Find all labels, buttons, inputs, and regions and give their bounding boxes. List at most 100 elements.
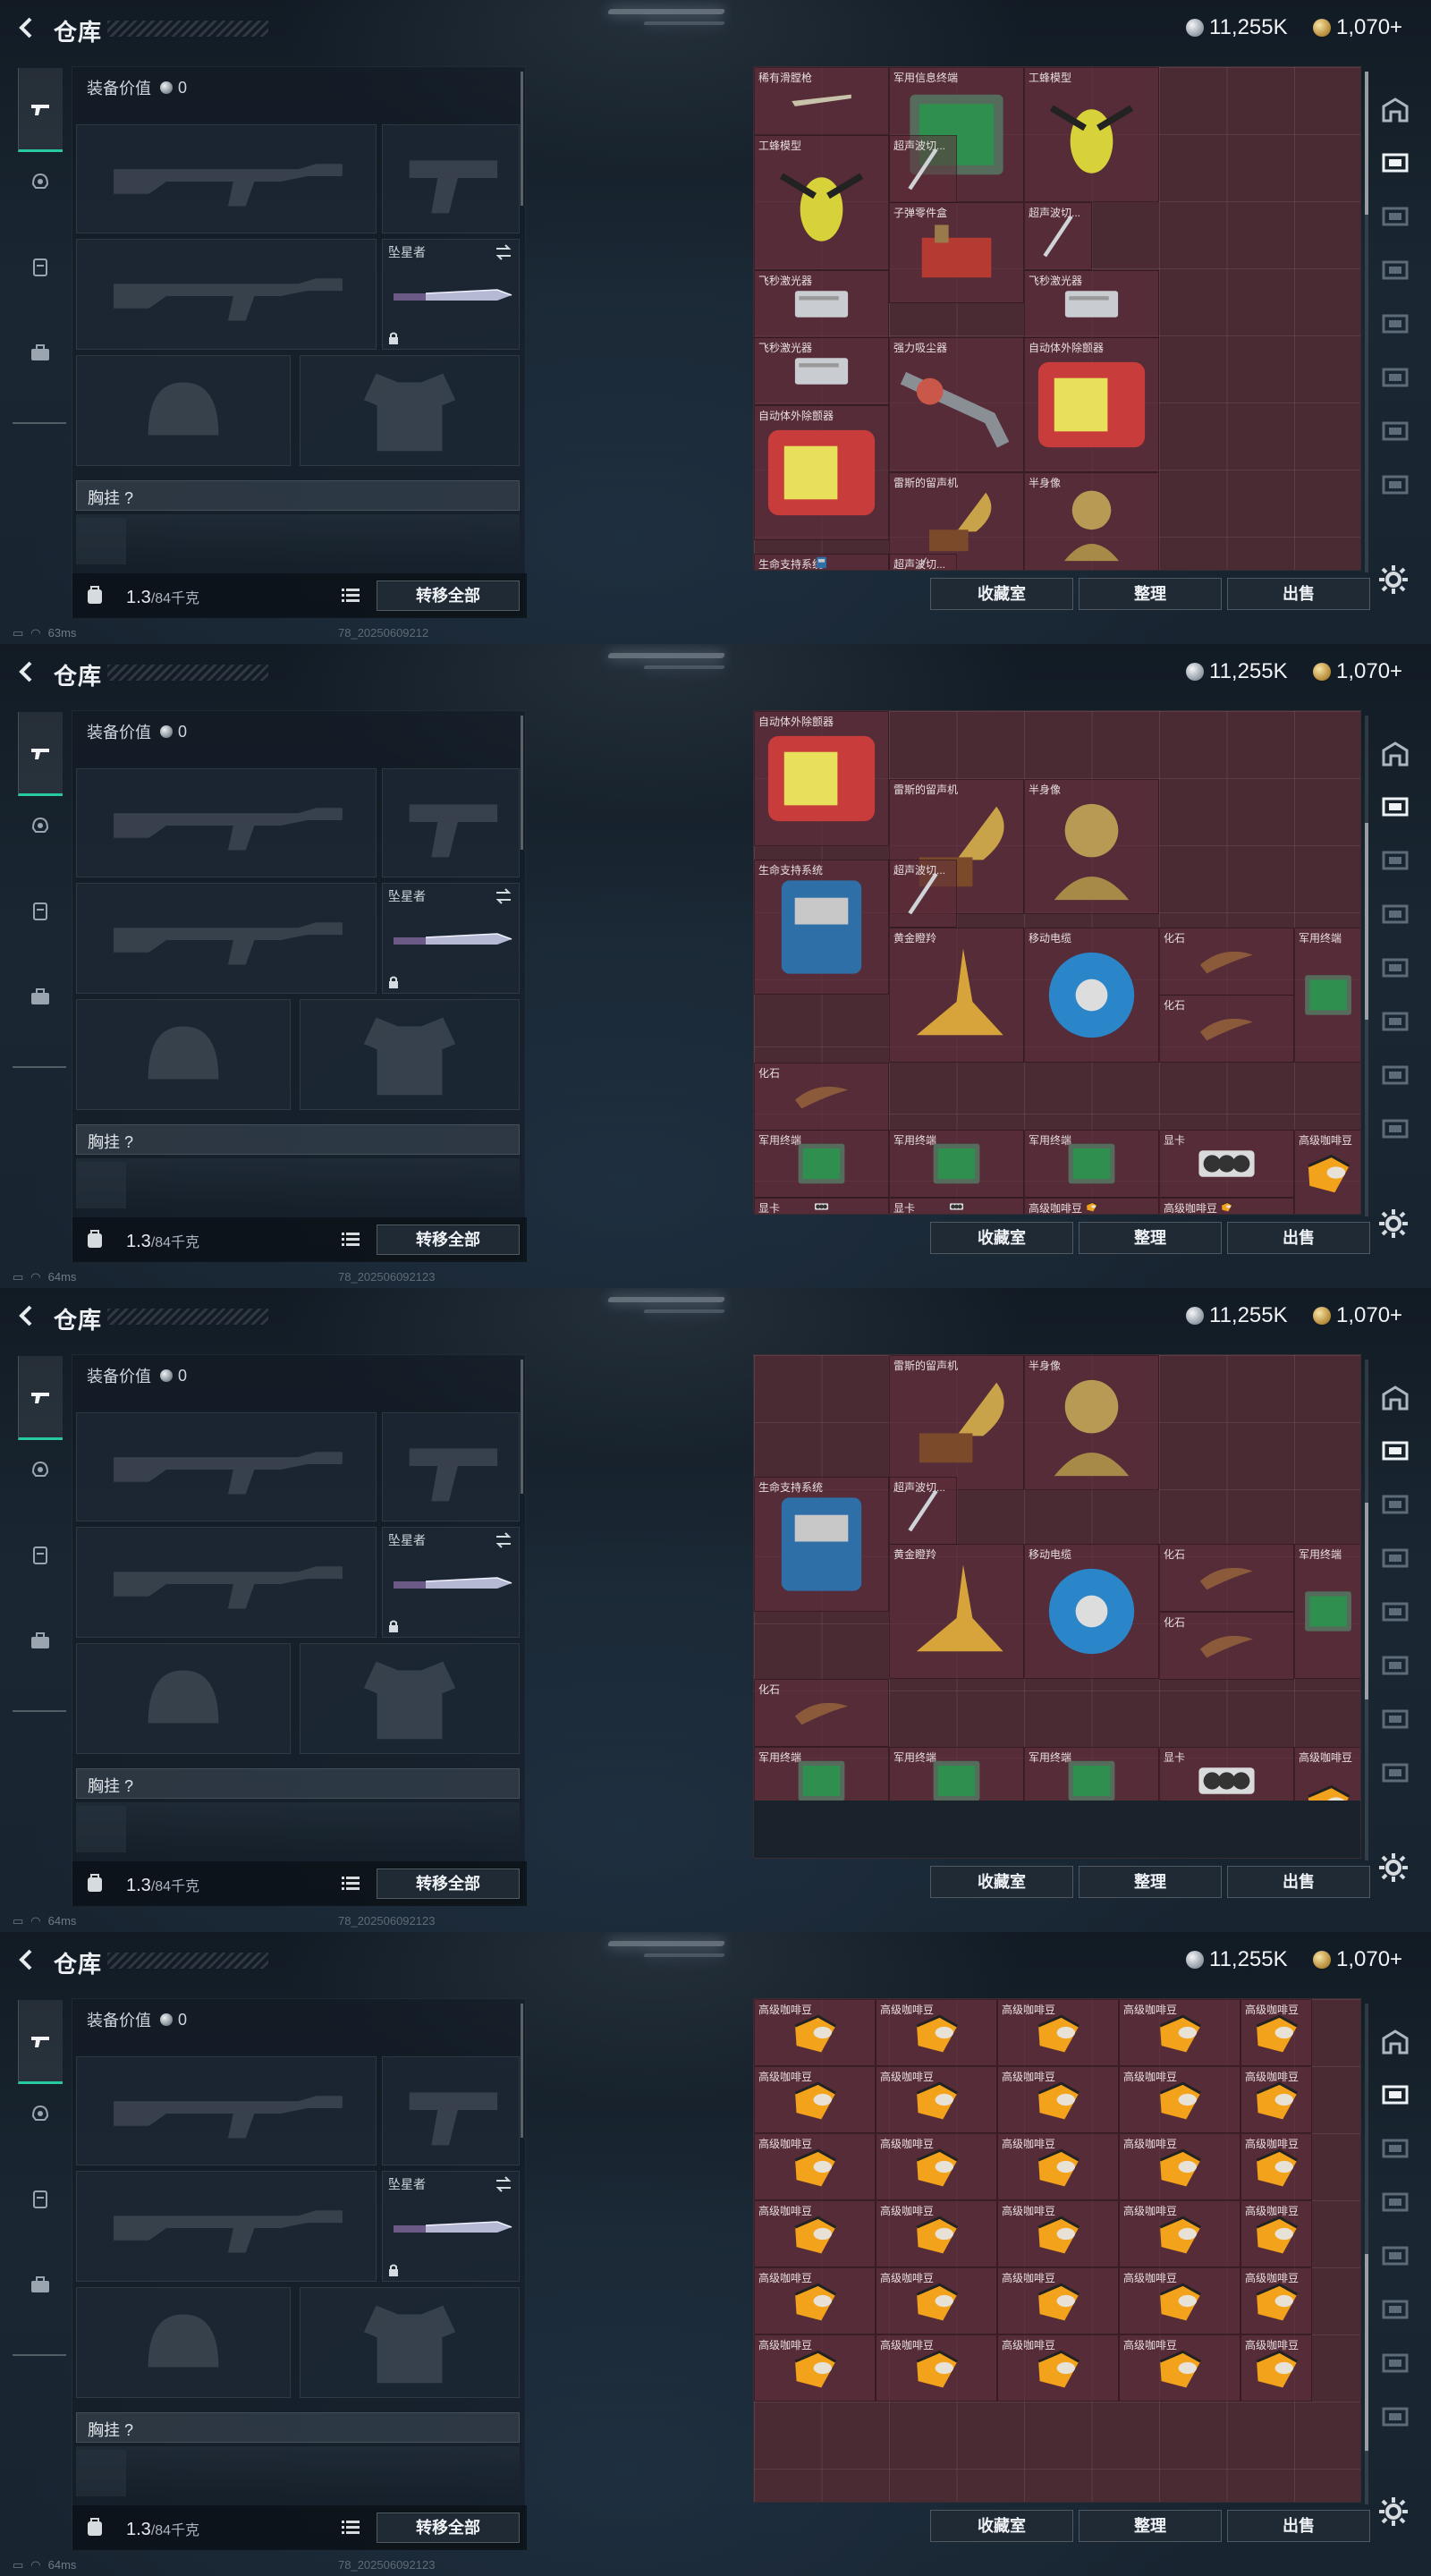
helmet-slot[interactable]: [76, 1643, 291, 1754]
list-icon[interactable]: [341, 1874, 360, 1892]
loadout-scrollbar[interactable]: [521, 716, 523, 850]
back-arrow-icon[interactable]: [14, 1947, 39, 1972]
stash-item[interactable]: 高级咖啡豆: [1159, 1198, 1294, 1214]
primary-weapon-slot[interactable]: [76, 2056, 377, 2165]
tab-stash-2[interactable]: [1374, 841, 1417, 880]
stash-item[interactable]: 超声波切...: [889, 135, 957, 203]
stash-item[interactable]: 工蜂模型: [754, 135, 889, 270]
stash-item[interactable]: 显卡: [754, 1198, 889, 1214]
secondary-weapon-slot[interactable]: [76, 2171, 377, 2282]
stash-item[interactable]: 军用终端: [754, 1130, 889, 1198]
stash-item[interactable]: 化石: [1159, 928, 1294, 996]
gear-icon[interactable]: [1377, 2496, 1410, 2528]
melee-slot[interactable]: 坠星者: [382, 239, 520, 350]
stash-item[interactable]: 飞秒激光器: [754, 270, 889, 338]
stash-grid-viewport[interactable]: 自动体外除颤器 雷斯的留声机 半身像 生命支持系统 超声波切... 黄金瞪羚 移动电缆 化石军…: [753, 710, 1361, 1215]
stash-item[interactable]: 军用终端: [1294, 1544, 1360, 1679]
loadout-scrollbar[interactable]: [521, 2004, 523, 2138]
sell-button[interactable]: 出售: [1227, 1222, 1370, 1254]
stash-item[interactable]: 高级咖啡豆: [1119, 2267, 1240, 2334]
tab-stash-3[interactable]: [1374, 894, 1417, 934]
sort-button[interactable]: 整理: [1079, 1222, 1222, 1254]
sell-button[interactable]: 出售: [1227, 2510, 1370, 2542]
stash-scrollbar[interactable]: [1365, 2004, 1368, 2504]
stash-item[interactable]: 高级咖啡豆: [997, 2334, 1119, 2402]
stash-item[interactable]: 半身像: [1024, 779, 1159, 914]
gold-currency[interactable]: 1,070+: [1313, 1302, 1402, 1329]
silver-currency[interactable]: 11,255K: [1186, 1946, 1288, 1973]
nav-rigs[interactable]: [18, 887, 63, 936]
stash-item[interactable]: 高级咖啡豆: [997, 1999, 1119, 2066]
nav-weapons[interactable]: [18, 2000, 63, 2084]
stash-item[interactable]: 高级咖啡豆: [876, 2334, 997, 2402]
swap-icon[interactable]: [494, 1531, 513, 1549]
primary-weapon-slot[interactable]: [76, 768, 377, 877]
swap-icon[interactable]: [494, 887, 513, 905]
gold-currency[interactable]: 1,070+: [1313, 1946, 1402, 1973]
melee-slot[interactable]: 坠星者: [382, 883, 520, 994]
chest-rig-slot[interactable]: [76, 1162, 126, 1208]
chest-rig-slot[interactable]: [76, 2450, 126, 2496]
tab-stash-5[interactable]: [1374, 1646, 1417, 1685]
stash-item[interactable]: 显卡: [889, 1198, 1024, 1214]
collection-button[interactable]: 收藏室: [930, 578, 1073, 610]
tab-stash-1[interactable]: [1374, 787, 1417, 826]
pistol-slot[interactable]: [382, 768, 520, 877]
stash-item[interactable]: 自动体外除颤器: [1024, 337, 1159, 472]
nav-rigs[interactable]: [18, 1531, 63, 1580]
stash-item[interactable]: 黄金瞪羚: [889, 1544, 1024, 1679]
stash-item[interactable]: 生命支持系统: [754, 1477, 889, 1612]
gear-icon[interactable]: [1377, 1852, 1410, 1884]
loadout-scrollbar[interactable]: [521, 72, 523, 206]
stash-item[interactable]: 高级咖啡豆: [997, 2200, 1119, 2267]
stash-item[interactable]: 高级咖啡豆: [1240, 2334, 1312, 2402]
stash-item[interactable]: 超声波切...: [889, 554, 957, 570]
chest-rig-slot[interactable]: [76, 518, 126, 564]
tab-stash-6[interactable]: [1374, 2343, 1417, 2383]
armor-slot[interactable]: [300, 1643, 520, 1754]
nav-weapons[interactable]: [18, 1356, 63, 1440]
tab-stash-6[interactable]: [1374, 411, 1417, 451]
stash-item[interactable]: 高级咖啡豆: [1119, 2334, 1240, 2402]
armor-slot[interactable]: [300, 355, 520, 466]
stash-item[interactable]: 高级咖啡豆: [876, 2066, 997, 2133]
stash-scroll-thumb[interactable]: [1365, 72, 1368, 215]
stash-item[interactable]: 高级咖啡豆: [876, 2200, 997, 2267]
collection-button[interactable]: 收藏室: [930, 2510, 1073, 2542]
swap-icon[interactable]: [494, 243, 513, 261]
stash-item[interactable]: 高级咖啡豆: [1240, 2066, 1312, 2133]
tab-home[interactable]: [1374, 733, 1417, 773]
stash-item[interactable]: 雷斯的留声机: [889, 1355, 1024, 1490]
stash-grid-viewport[interactable]: 雷斯的留声机 半身像 生命支持系统 超声波切... 黄金瞪羚 移动电缆 化石 军用终端 化石 化石…: [753, 1354, 1361, 1859]
helmet-slot[interactable]: [76, 355, 291, 466]
stash-item[interactable]: 化石: [1159, 1612, 1294, 1680]
nav-weapons[interactable]: [18, 712, 63, 796]
silver-currency[interactable]: 11,255K: [1186, 14, 1288, 41]
sort-button[interactable]: 整理: [1079, 2510, 1222, 2542]
stash-scroll-thumb[interactable]: [1365, 2254, 1368, 2451]
stash-item[interactable]: 高级咖啡豆: [1119, 2066, 1240, 2133]
secondary-weapon-slot[interactable]: [76, 1527, 377, 1638]
stash-item[interactable]: 高级咖啡豆: [1240, 2267, 1312, 2334]
tab-stash-1[interactable]: [1374, 1431, 1417, 1470]
gold-currency[interactable]: 1,070+: [1313, 658, 1402, 685]
stash-grid-viewport[interactable]: 高级咖啡豆 高级咖啡豆 高级咖啡豆 高级咖啡豆 高级咖啡豆 高级咖啡豆 高级咖啡豆 高级咖啡豆…: [753, 1998, 1361, 2503]
chest-rig-header[interactable]: 胸挂 ?: [76, 1124, 520, 1155]
stash-item[interactable]: 高级咖啡豆: [997, 2133, 1119, 2200]
tab-home[interactable]: [1374, 2021, 1417, 2061]
stash-item[interactable]: 高级咖啡豆: [1024, 1198, 1159, 1214]
tab-stash-3[interactable]: [1374, 250, 1417, 290]
stash-item[interactable]: 半身像: [1024, 472, 1159, 570]
stash-item[interactable]: 军用终端: [889, 1130, 1024, 1198]
nav-armor[interactable]: [18, 1445, 63, 1494]
tab-stash-3[interactable]: [1374, 2182, 1417, 2222]
pistol-slot[interactable]: [382, 2056, 520, 2165]
nav-bags[interactable]: [18, 2261, 63, 2309]
tab-stash-7[interactable]: [1374, 2397, 1417, 2436]
tab-stash-4[interactable]: [1374, 948, 1417, 987]
stash-item[interactable]: 超声波切...: [889, 860, 957, 928]
nav-armor[interactable]: [18, 2089, 63, 2138]
swap-icon[interactable]: [494, 2175, 513, 2193]
stash-item[interactable]: 飞秒激光器: [1024, 270, 1159, 338]
stash-item[interactable]: 高级咖啡豆: [876, 2267, 997, 2334]
